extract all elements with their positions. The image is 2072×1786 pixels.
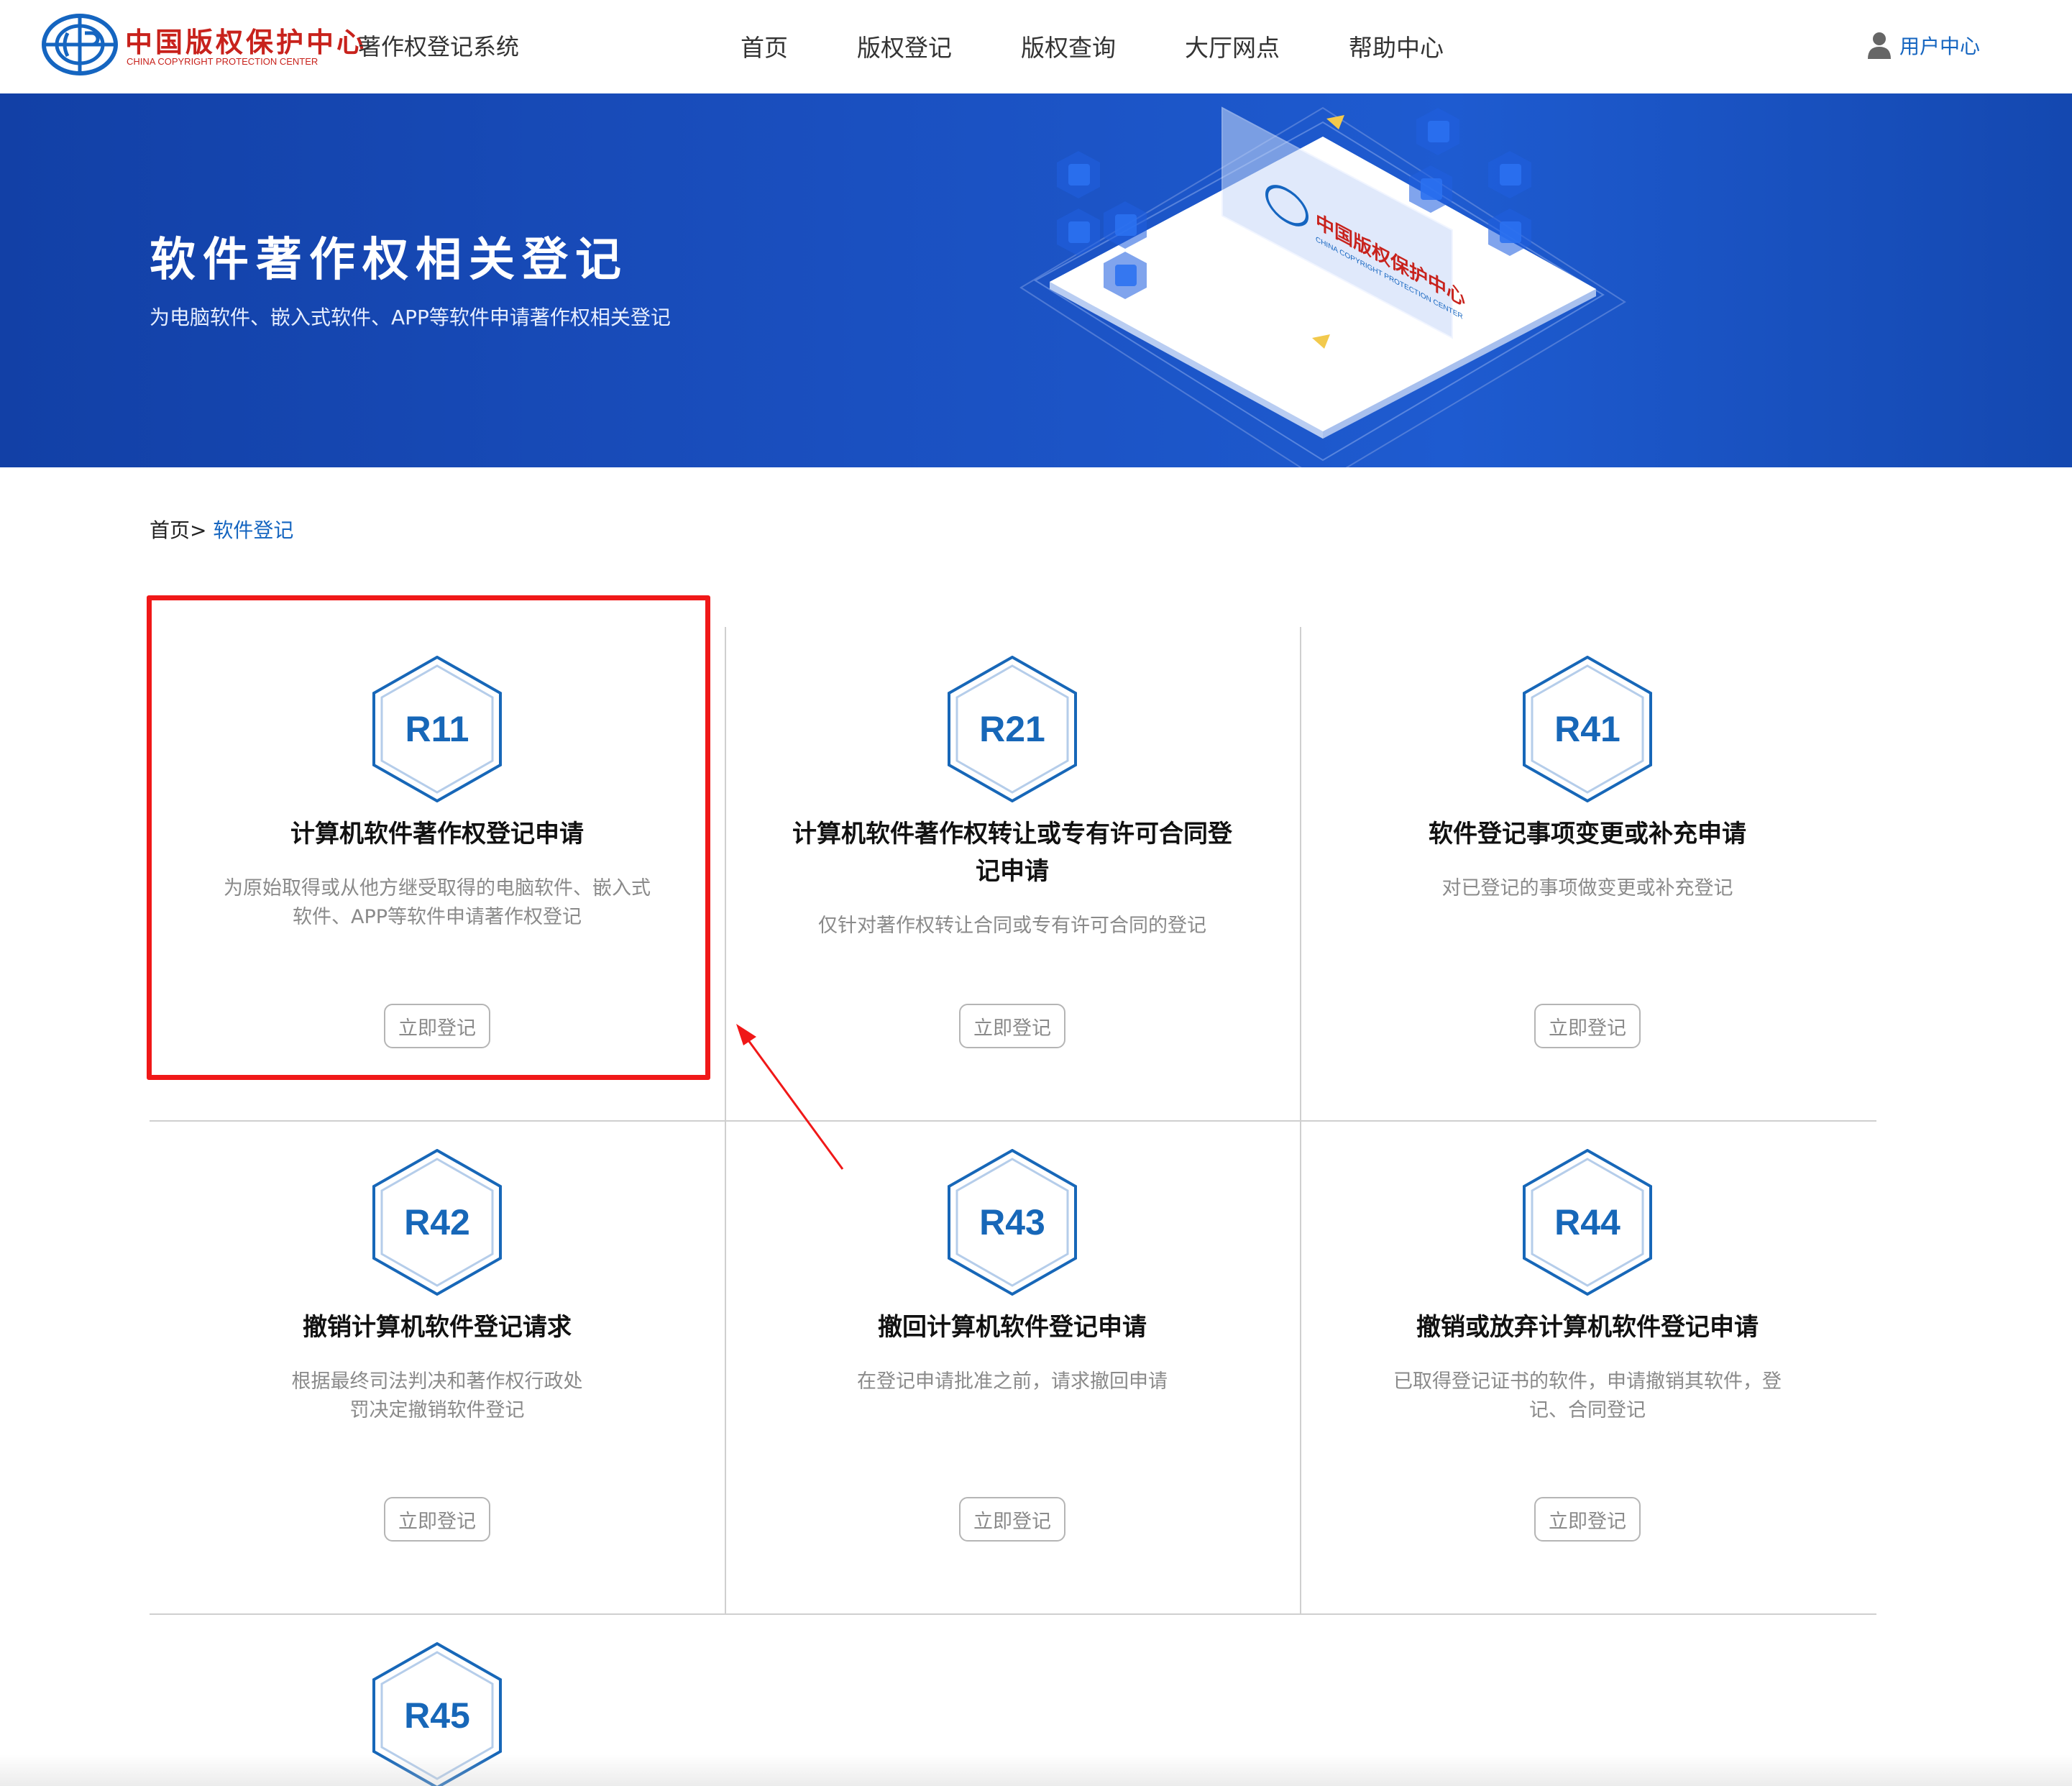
card-code: R42: [404, 1202, 470, 1242]
hexagon-badge: R43: [948, 1149, 1077, 1296]
breadcrumb-home[interactable]: 首页: [150, 518, 190, 542]
card-r44[interactable]: R44 撤销或放弃计算机软件登记申请 已取得登记证书的软件，申请撤销其软件，登记…: [1300, 1120, 1875, 1613]
ccpc-logo-icon: [42, 14, 118, 75]
nav-help-center[interactable]: 帮助中心: [1349, 29, 1444, 63]
register-now-button[interactable]: 立即登记: [384, 1497, 490, 1542]
card-r11[interactable]: R11 计算机软件著作权登记申请 为原始取得或从他方继受取得的电脑软件、嵌入式软…: [150, 627, 725, 1120]
card-code: R43: [979, 1202, 1045, 1242]
hexagon-badge: R45: [372, 1642, 502, 1786]
hexagon-badge: R42: [372, 1149, 502, 1296]
logo-chinese-text: 中国版权保护中心: [125, 26, 367, 58]
card-description: 为原始取得或从他方继受取得的电脑软件、嵌入式软件、APP等软件申请著作权登记: [224, 877, 651, 928]
card-description: 已取得登记证书的软件，申请撤销其软件，登记、合同登记: [1393, 1370, 1782, 1421]
register-now-button[interactable]: 立即登记: [959, 1004, 1065, 1048]
register-now-button[interactable]: 立即登记: [959, 1497, 1065, 1542]
card-description: 根据最终司法判决和著作权行政处罚决定撤销软件登记: [291, 1370, 583, 1421]
hexagon-badge: R41: [1523, 656, 1652, 802]
hexagon-badge: R11: [372, 656, 502, 802]
card-code: R44: [1554, 1202, 1621, 1242]
registration-card-grid: R11 计算机软件著作权登记申请 为原始取得或从他方继受取得的电脑软件、嵌入式软…: [150, 627, 1876, 1786]
card-title: 撤销或放弃计算机软件登记申请: [1416, 1313, 1759, 1342]
user-center-label: 用户中心: [1899, 35, 1981, 58]
card-r43[interactable]: R43 撤回计算机软件登记申请 在登记申请批准之前，请求撤回申请 立即登记: [725, 1120, 1300, 1613]
banner-subtitle: 为电脑软件、嵌入式软件、APP等软件申请著作权相关登记: [150, 306, 671, 329]
card-code: R45: [404, 1695, 470, 1736]
card-r41[interactable]: R41 软件登记事项变更或补充申请 对已登记的事项做变更或补充登记 立即登记: [1300, 627, 1875, 1120]
top-header: 中国版权保护中心 CHINA COPYRIGHT PROTECTION CENT…: [0, 0, 2072, 93]
user-icon: [1868, 32, 1891, 59]
card-title: 撤回计算机软件登记申请: [878, 1313, 1147, 1342]
card-code: R11: [405, 709, 469, 749]
register-now-button[interactable]: 立即登记: [1534, 1497, 1641, 1542]
card-description: 在登记申请批准之前，请求撤回申请: [857, 1370, 1168, 1393]
hero-banner: 软件著作权相关登记 为电脑软件、嵌入式软件、APP等软件申请著作权相关登记 中国…: [0, 93, 2072, 467]
card-description: 仅针对著作权转让合同或专有许可合同的登记: [818, 915, 1206, 937]
register-now-button[interactable]: 立即登记: [384, 1004, 490, 1048]
site-logo[interactable]: 中国版权保护中心 CHINA COPYRIGHT PROTECTION CENT…: [40, 10, 364, 82]
register-now-button[interactable]: 立即登记: [1534, 1004, 1641, 1048]
nav-home[interactable]: 首页: [741, 29, 788, 63]
nav-copyright-registration[interactable]: 版权登记: [857, 29, 952, 63]
card-r42[interactable]: R42 撤销计算机软件登记请求 根据最终司法判决和著作权行政处罚决定撤销软件登记…: [150, 1120, 725, 1613]
breadcrumb: 首页> 软件登记: [150, 515, 293, 544]
nav-service-halls[interactable]: 大厅网点: [1185, 29, 1280, 63]
hexagon-badge: R21: [948, 656, 1077, 802]
card-title: 计算机软件著作权登记申请: [290, 820, 584, 848]
banner-title: 软件著作权相关登记: [150, 234, 628, 287]
banner-illustration: 中国版权保护中心 CHINA COPYRIGHT PROTECTION CENT…: [1019, 106, 1626, 467]
hexagon-badge: R44: [1523, 1149, 1652, 1296]
logo-english-text: CHINA COPYRIGHT PROTECTION CENTER: [127, 56, 318, 67]
card-r21[interactable]: R21 计算机软件著作权转让或专有许可合同登记申请 仅针对著作权转让合同或专有许…: [725, 627, 1300, 1120]
card-title: 软件登记事项变更或补充申请: [1429, 820, 1746, 848]
system-name: 著作权登记系统: [358, 33, 520, 60]
breadcrumb-separator: >: [190, 518, 207, 542]
card-code: R41: [1554, 709, 1621, 749]
card-title: 计算机软件著作权转让或专有许可合同登记申请: [792, 820, 1232, 886]
user-center-link[interactable]: 用户中心: [1866, 27, 1980, 63]
nav-copyright-search[interactable]: 版权查询: [1021, 29, 1116, 63]
card-code: R21: [979, 709, 1045, 749]
card-description: 对已登记的事项做变更或补充登记: [1441, 877, 1733, 899]
card-title: 撤销计算机软件登记请求: [303, 1313, 572, 1342]
card-r45[interactable]: R45: [150, 1613, 725, 1786]
breadcrumb-current: 软件登记: [213, 518, 294, 542]
